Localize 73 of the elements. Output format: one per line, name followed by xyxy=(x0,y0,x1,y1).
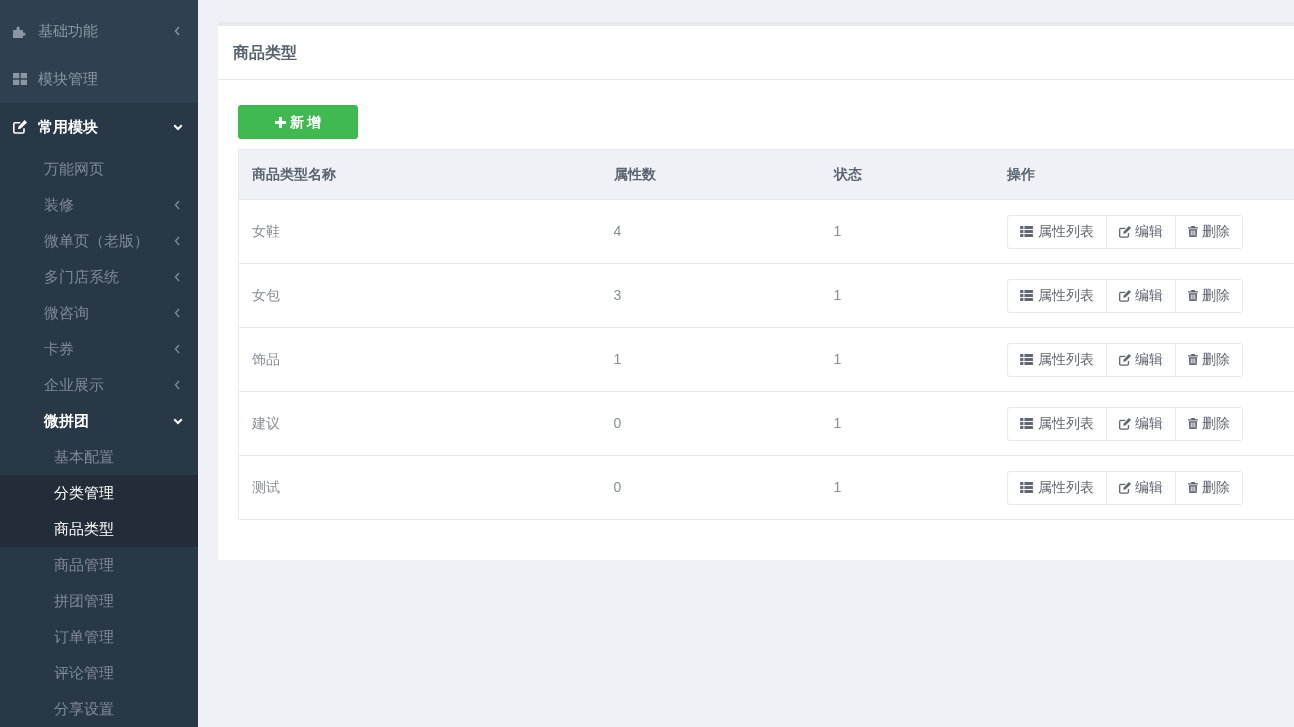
action-button[interactable]: 编辑 xyxy=(1105,214,1176,249)
sidebar-item[interactable]: 分享设置 xyxy=(0,691,198,727)
sidebar-item[interactable]: 多门店系统 xyxy=(0,259,198,295)
sidebar-item[interactable]: 订单管理 xyxy=(0,619,198,655)
table-cell: 女鞋 xyxy=(252,223,280,239)
action-button[interactable]: 属性列表 xyxy=(1006,342,1107,377)
table-cell: 1 xyxy=(833,415,842,431)
table-cell: 0 xyxy=(613,415,622,431)
edit-icon xyxy=(13,120,27,134)
trash-icon xyxy=(1187,290,1198,301)
grid-icon xyxy=(13,73,27,85)
sidebar-item[interactable]: 微拼团 xyxy=(0,403,198,439)
table-cell: 1 xyxy=(833,223,842,239)
action-button[interactable]: 编辑 xyxy=(1105,278,1176,313)
list-icon xyxy=(1019,418,1033,429)
action-button[interactable]: 编辑 xyxy=(1105,406,1176,441)
sidebar-item[interactable]: 卡券 xyxy=(0,331,198,367)
sidebar-item[interactable]: 装修 xyxy=(0,187,198,223)
column-header: 状态 xyxy=(820,149,994,200)
action-button[interactable]: 属性列表 xyxy=(1006,470,1107,505)
trash-icon xyxy=(1187,418,1198,429)
edit-icon xyxy=(1118,289,1131,302)
sidebar-item[interactable]: 商品管理 xyxy=(0,547,198,583)
sidebar-item[interactable]: 基础功能 xyxy=(0,7,198,55)
sidebar-item[interactable]: 企业展示 xyxy=(0,367,198,403)
table-cell: 0 xyxy=(613,479,622,495)
trash-icon xyxy=(1187,354,1198,365)
plus-icon xyxy=(274,116,286,128)
sidebar-item[interactable]: 评论管理 xyxy=(0,655,198,691)
table-cell: 3 xyxy=(613,287,622,303)
column-header: 操作 xyxy=(993,149,1294,200)
table-cell: 4 xyxy=(613,223,622,239)
action-button[interactable]: 删除 xyxy=(1174,278,1243,313)
table-cell: 测试 xyxy=(252,479,280,495)
sidebar-item[interactable]: 基本配置 xyxy=(0,439,198,475)
action-button[interactable]: 编辑 xyxy=(1105,470,1176,505)
trash-icon xyxy=(1187,226,1198,237)
edit-icon xyxy=(1118,417,1131,430)
list-icon xyxy=(1019,354,1033,365)
puzzle-icon xyxy=(13,24,27,38)
edit-icon xyxy=(1118,225,1131,238)
edit-icon xyxy=(1118,481,1131,494)
sidebar-item[interactable]: 微单页（老版） xyxy=(0,223,198,259)
sidebar-item[interactable]: 拼团管理 xyxy=(0,583,198,619)
column-header: 属性数 xyxy=(600,149,821,200)
table-cell: 1 xyxy=(833,287,842,303)
table-cell: 1 xyxy=(833,479,842,495)
action-button[interactable]: 属性列表 xyxy=(1006,214,1107,249)
table-cell: 1 xyxy=(613,351,622,367)
sidebar-item[interactable]: 商品类型 xyxy=(0,511,198,547)
list-icon xyxy=(1019,482,1033,493)
sidebar-item[interactable]: 万能网页 xyxy=(0,151,198,187)
action-button[interactable]: 删除 xyxy=(1174,214,1243,249)
sidebar-item[interactable]: 模块管理 xyxy=(0,55,198,103)
table-cell: 建议 xyxy=(252,415,280,431)
table-cell: 女包 xyxy=(252,287,280,303)
panel-title: 商品类型 xyxy=(233,42,297,63)
sidebar-item[interactable]: 常用模块 xyxy=(0,103,198,151)
action-button[interactable]: 删除 xyxy=(1174,406,1243,441)
edit-icon xyxy=(1118,353,1131,366)
sidebar-item[interactable]: 分类管理 xyxy=(0,475,198,511)
trash-icon xyxy=(1187,482,1198,493)
sidebar-item[interactable]: 微咨询 xyxy=(0,295,198,331)
action-button[interactable]: 编辑 xyxy=(1105,342,1176,377)
action-button[interactable]: 删除 xyxy=(1174,470,1243,505)
table-cell: 1 xyxy=(833,351,842,367)
action-button[interactable]: 删除 xyxy=(1174,342,1243,377)
column-header: 商品类型名称 xyxy=(238,149,601,200)
table-cell: 饰品 xyxy=(252,351,280,367)
action-button[interactable]: 属性列表 xyxy=(1006,406,1107,441)
list-icon xyxy=(1019,226,1033,237)
list-icon xyxy=(1019,290,1033,301)
action-button[interactable]: 属性列表 xyxy=(1006,278,1107,313)
